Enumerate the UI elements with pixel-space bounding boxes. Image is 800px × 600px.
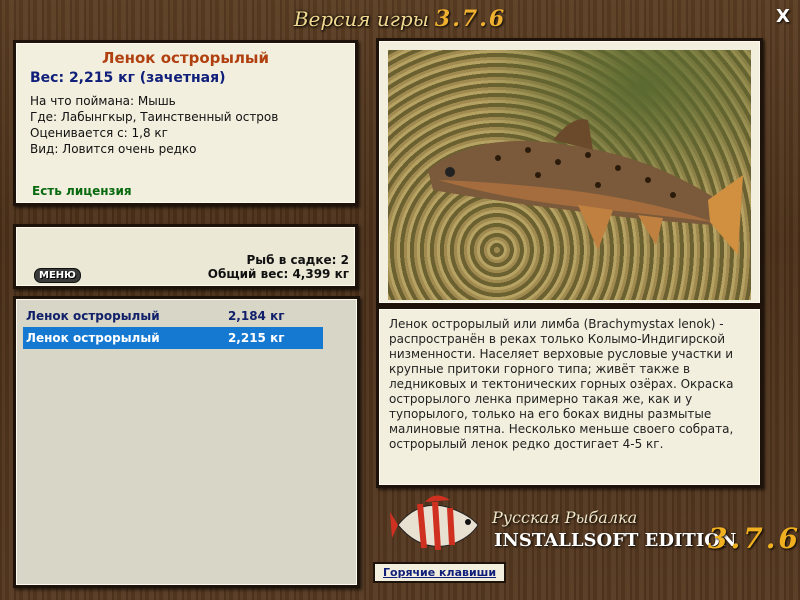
logo-title: Русская Рыбалка <box>492 508 638 527</box>
fish-weight: Вес: 2,215 кг (зачетная) <box>30 70 226 86</box>
summary-panel: МЕНЮ Рыб в садке: 2 Общий вес: 4,399 кг <box>13 224 358 289</box>
list-item-weight: 2,184 кг <box>227 309 285 323</box>
fish-photo <box>388 50 751 300</box>
menu-button[interactable]: МЕНЮ <box>34 268 81 283</box>
list-item[interactable]: Ленок острорылый 2,184 кг <box>23 305 323 327</box>
logo-edition: INSTALLSOFT EDITION <box>494 530 737 551</box>
list-item-name: Ленок острорылый <box>26 331 160 345</box>
fish-photo-panel <box>376 38 763 306</box>
info-valued-from: Оценивается с: 1,8 кг <box>30 126 168 140</box>
info-species: Вид: Ловится очень редко <box>30 142 197 156</box>
logo-version: 3.7.6 <box>708 522 800 555</box>
total-weight: Общий вес: 4,399 кг <box>207 267 349 281</box>
fish-illustration <box>428 119 743 255</box>
close-icon[interactable]: X <box>772 6 794 28</box>
catch-stats: Рыб в садке: 2 Общий вес: 4,399 кг <box>208 253 349 281</box>
window-title: Версия игры 3.7.6 <box>0 6 800 32</box>
license-status: Есть лицензия <box>32 184 132 198</box>
title-version: 3.7.6 <box>434 6 507 32</box>
fish-count: Рыб в садке: 2 <box>246 253 350 267</box>
list-item-selected[interactable]: Ленок острорылый 2,215 кг <box>23 327 323 349</box>
catch-list: Ленок острорылый 2,184 кг Ленок острорыл… <box>13 296 360 588</box>
list-item-weight: 2,215 кг <box>227 331 285 345</box>
fish-name: Ленок острорылый <box>102 49 269 67</box>
title-text: Версия игры <box>293 7 429 31</box>
game-window: Версия игры 3.7.6 X Ленок острорылый Вес:… <box>0 0 800 600</box>
logo-fish-icon <box>390 495 479 551</box>
fish-description: Ленок острорылый или лимба (Brachymystax… <box>376 306 763 488</box>
fish-info-panel: Ленок острорылый Вес: 2,215 кг (зачетная… <box>13 40 358 206</box>
hotkeys-link[interactable]: Горячие клавиши <box>373 562 507 583</box>
info-location: Где: Лабынгкыр, Таинственный остров <box>30 110 279 124</box>
list-item-name: Ленок острорылый <box>26 309 160 323</box>
info-bait: На что поймана: Мышь <box>30 94 176 108</box>
